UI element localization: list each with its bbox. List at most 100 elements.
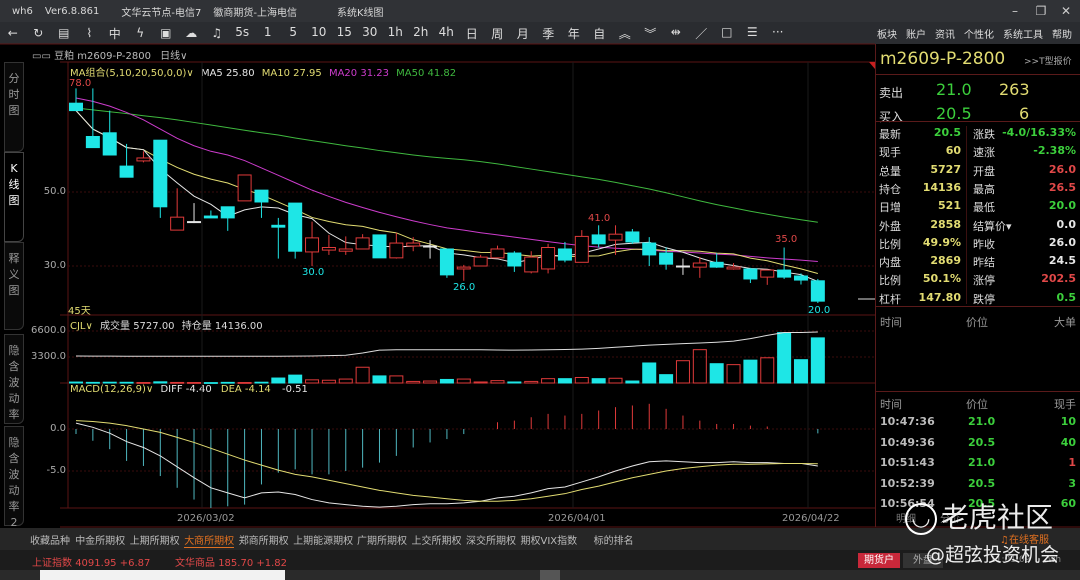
volume-bar [490,380,505,384]
menu-item[interactable]: 资讯 [935,26,955,41]
tick-volume: 1 [1068,456,1076,469]
quote-value: 20.0 [1048,199,1076,213]
ma50-value: MA50 41.82 [396,68,457,79]
candle-body [507,252,522,267]
tick-volume: 40 [1060,435,1076,449]
tool-button[interactable]: ☰ [740,25,766,42]
period-button[interactable]: 1h [383,25,409,42]
volume-bar [271,377,286,384]
menu-item[interactable]: 系统工具 [1003,26,1043,41]
candle-body [372,234,387,259]
t-quote-link[interactable]: >>T型报价 [1024,54,1072,67]
period-button[interactable]: 2h [408,25,434,42]
tool-button[interactable]: ／ [689,25,715,42]
period-button[interactable]: 30 [357,25,383,42]
open-interest-line [75,331,818,357]
exchange-tab[interactable]: 期权VIX指数 [521,532,578,547]
close-button[interactable]: ✕ [1055,2,1077,20]
quote-row: 比例 50.1% 涨停 202.5 [876,270,1080,288]
period-button[interactable]: 周 [485,25,511,42]
left-tab[interactable]: 隐含波动率1 [4,334,24,437]
candle-body [321,247,336,251]
exchange-tab[interactable]: 标的排名 [594,532,634,547]
period-button[interactable]: 15 [332,25,358,42]
left-tab-label: 分时图 [8,72,20,117]
menu-item[interactable]: 账户 [906,26,926,41]
ma20-line [75,97,818,262]
exchange-tab[interactable]: 郑商所期权 [239,532,289,547]
candle-body [659,252,674,265]
exchange-tab[interactable]: 广期所期权 [357,532,407,547]
period-button[interactable]: 1 [255,25,281,42]
left-tab[interactable]: 释义图 [4,242,24,330]
period-button[interactable]: 月 [510,25,536,42]
maximize-button[interactable]: ❐ [1030,2,1052,20]
scroll-thumb[interactable] [540,570,560,580]
index-wenhua[interactable]: 文华商品 185.70 +1.82 [175,554,287,569]
bell-icon[interactable]: ♫ [204,26,230,40]
divider [966,126,967,304]
exchange-tab[interactable]: 大商所期权 [184,532,235,548]
index-shanghai[interactable]: 上证指数 4091.95 +6.87 [32,554,150,569]
volume-bar [675,360,690,384]
exchange-tab[interactable]: 上期能源期权 [293,532,353,547]
screen-icon[interactable]: ▣ [153,26,179,40]
quote-label: 跌停 [973,292,995,306]
period-button[interactable]: 5s [230,25,256,42]
flash-icon[interactable]: ϟ [128,26,154,40]
tool-button[interactable]: ︾ [638,25,664,42]
quote-value: 521 [938,199,961,213]
quote-value: 202.5 [1041,272,1076,286]
left-tab[interactable]: 隐含波动率2 [4,426,24,529]
index-change: +1.82 [256,558,288,569]
quote-row: 最新 20.5 涨跌 -4.0/16.33% [876,124,1080,142]
futures-account-button[interactable]: 期货户 [858,553,900,568]
quote-value: 50.1% [922,272,961,286]
volume-bar [591,378,606,384]
menu-item[interactable]: 帮助 [1052,26,1072,41]
tool-button[interactable]: □ [714,25,740,42]
quote-label: 涨停 [973,274,995,288]
candle-body [608,233,623,241]
period-button[interactable]: 4h [434,25,460,42]
tick-volume: 3 [1068,476,1076,490]
period-button[interactable]: 日 [459,25,485,42]
period-button[interactable]: 年 [561,25,587,42]
period-button[interactable]: 5 [281,25,307,42]
volume-indicator-select[interactable]: CJL∨ [70,321,93,332]
tick-time: 10:51:43 [880,456,935,469]
tool-button[interactable]: ⇹ [663,25,689,42]
table-icon[interactable]: ▤ [51,26,77,40]
minimize-button[interactable]: – [1004,2,1026,20]
exchange-tab[interactable]: 收藏品种 [30,532,70,547]
menu-item[interactable]: 个性化 [964,26,994,41]
tool-button[interactable]: ︽ [612,25,638,42]
index-value: 4091.95 [75,558,117,569]
left-tab[interactable]: 分时图 [4,62,24,152]
input-box[interactable] [40,570,285,580]
period-select[interactable]: 日线∨ [160,51,187,62]
candle-body [271,224,286,228]
volume-bar [254,381,269,384]
period-button[interactable]: 10 [306,25,332,42]
menu-item[interactable]: 板块 [877,26,897,41]
volume-bar [642,362,657,384]
quote-label: 内盘 [879,256,901,270]
line-chart-icon[interactable]: ⌇ [77,26,103,40]
macd-indicator-select[interactable]: MACD(12,26,9)∨ [70,384,153,395]
candle-icon[interactable]: 中 [102,25,128,42]
period-button[interactable]: 季 [536,25,562,42]
period-button[interactable]: 自 [587,25,613,42]
tool-button[interactable]: ··· [765,25,791,42]
cloud-icon[interactable]: ☁ [179,26,205,40]
macd-axis-label: -5.0 [46,465,66,476]
exchange-tab[interactable]: 上交所期权 [412,532,462,547]
exchange-tab[interactable]: 深交所期权 [466,532,516,547]
exchange-tab[interactable]: 中金所期权 [75,532,125,547]
refresh-icon[interactable]: ↻ [26,26,52,40]
ask-row[interactable]: 卖出 21.0 263 [879,80,1079,102]
back-icon[interactable]: ← [0,26,26,40]
left-tab[interactable]: K线图 [4,152,24,242]
bid-row[interactable]: 买入 20.5 6 [879,104,1079,126]
exchange-tab[interactable]: 上期所期权 [130,532,180,547]
